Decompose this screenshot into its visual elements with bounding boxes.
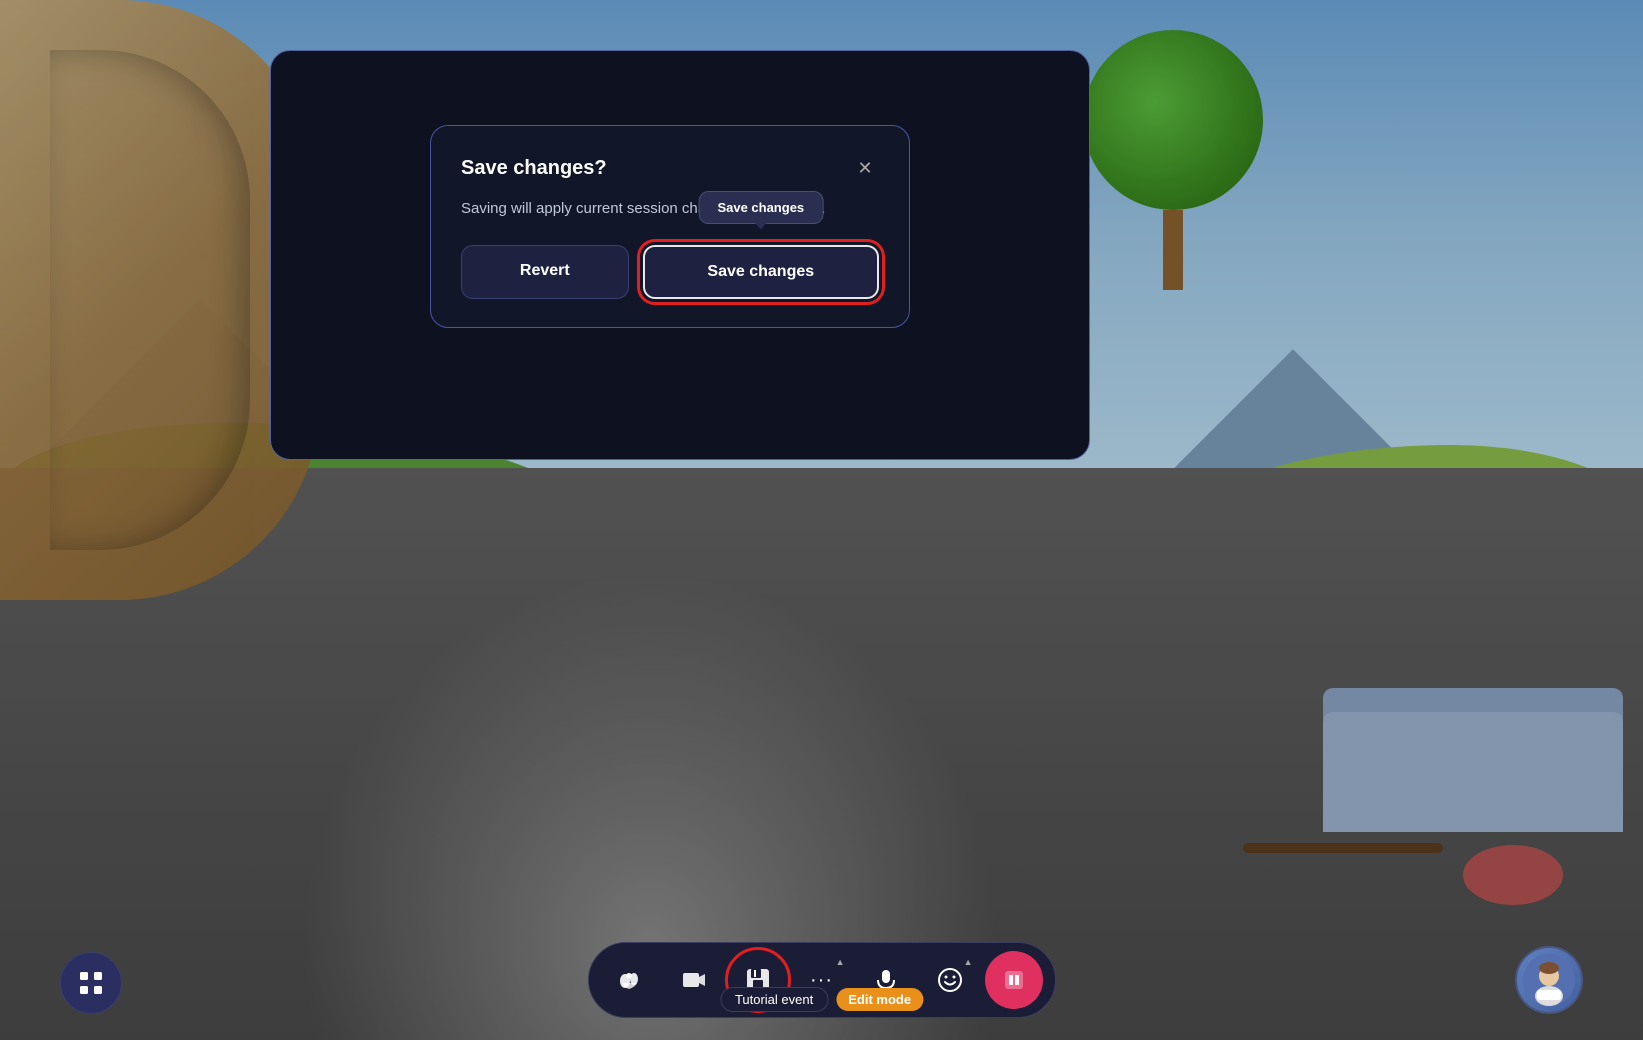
dialog-actions: Revert Save changes Save changes bbox=[461, 245, 879, 299]
revert-button[interactable]: Revert bbox=[461, 245, 629, 299]
avatar-button[interactable] bbox=[1515, 946, 1583, 1014]
leave-button[interactable] bbox=[985, 951, 1043, 1009]
save-tooltip: Save changes bbox=[698, 191, 823, 224]
hands-button[interactable] bbox=[601, 951, 659, 1009]
chevron-up-icon: ▲ bbox=[836, 957, 845, 967]
chevron-up-icon-emoji: ▲ bbox=[964, 957, 973, 967]
save-changes-button[interactable]: Save changes Save changes bbox=[643, 245, 879, 299]
media-button[interactable] bbox=[665, 951, 723, 1009]
phone-icon bbox=[1001, 967, 1027, 993]
event-label-bar: Tutorial event Edit mode bbox=[720, 987, 923, 1012]
dialog-title: Save changes? bbox=[461, 157, 607, 180]
avatar-icon bbox=[1523, 954, 1575, 1006]
emoji-button[interactable]: ▲ bbox=[921, 951, 979, 1009]
emoji-icon bbox=[937, 967, 963, 993]
apps-button[interactable] bbox=[60, 952, 122, 1014]
hands-icon bbox=[617, 967, 643, 993]
media-icon bbox=[681, 967, 707, 993]
edit-mode-badge: Edit mode bbox=[836, 988, 923, 1011]
confirm-dialog: Save changes? ✕ Saving will apply curren… bbox=[430, 125, 910, 328]
close-button[interactable]: ✕ bbox=[851, 154, 879, 182]
event-name-badge: Tutorial event bbox=[720, 987, 828, 1012]
dialog-header: Save changes? ✕ bbox=[461, 154, 879, 182]
grid-icon bbox=[78, 970, 104, 996]
